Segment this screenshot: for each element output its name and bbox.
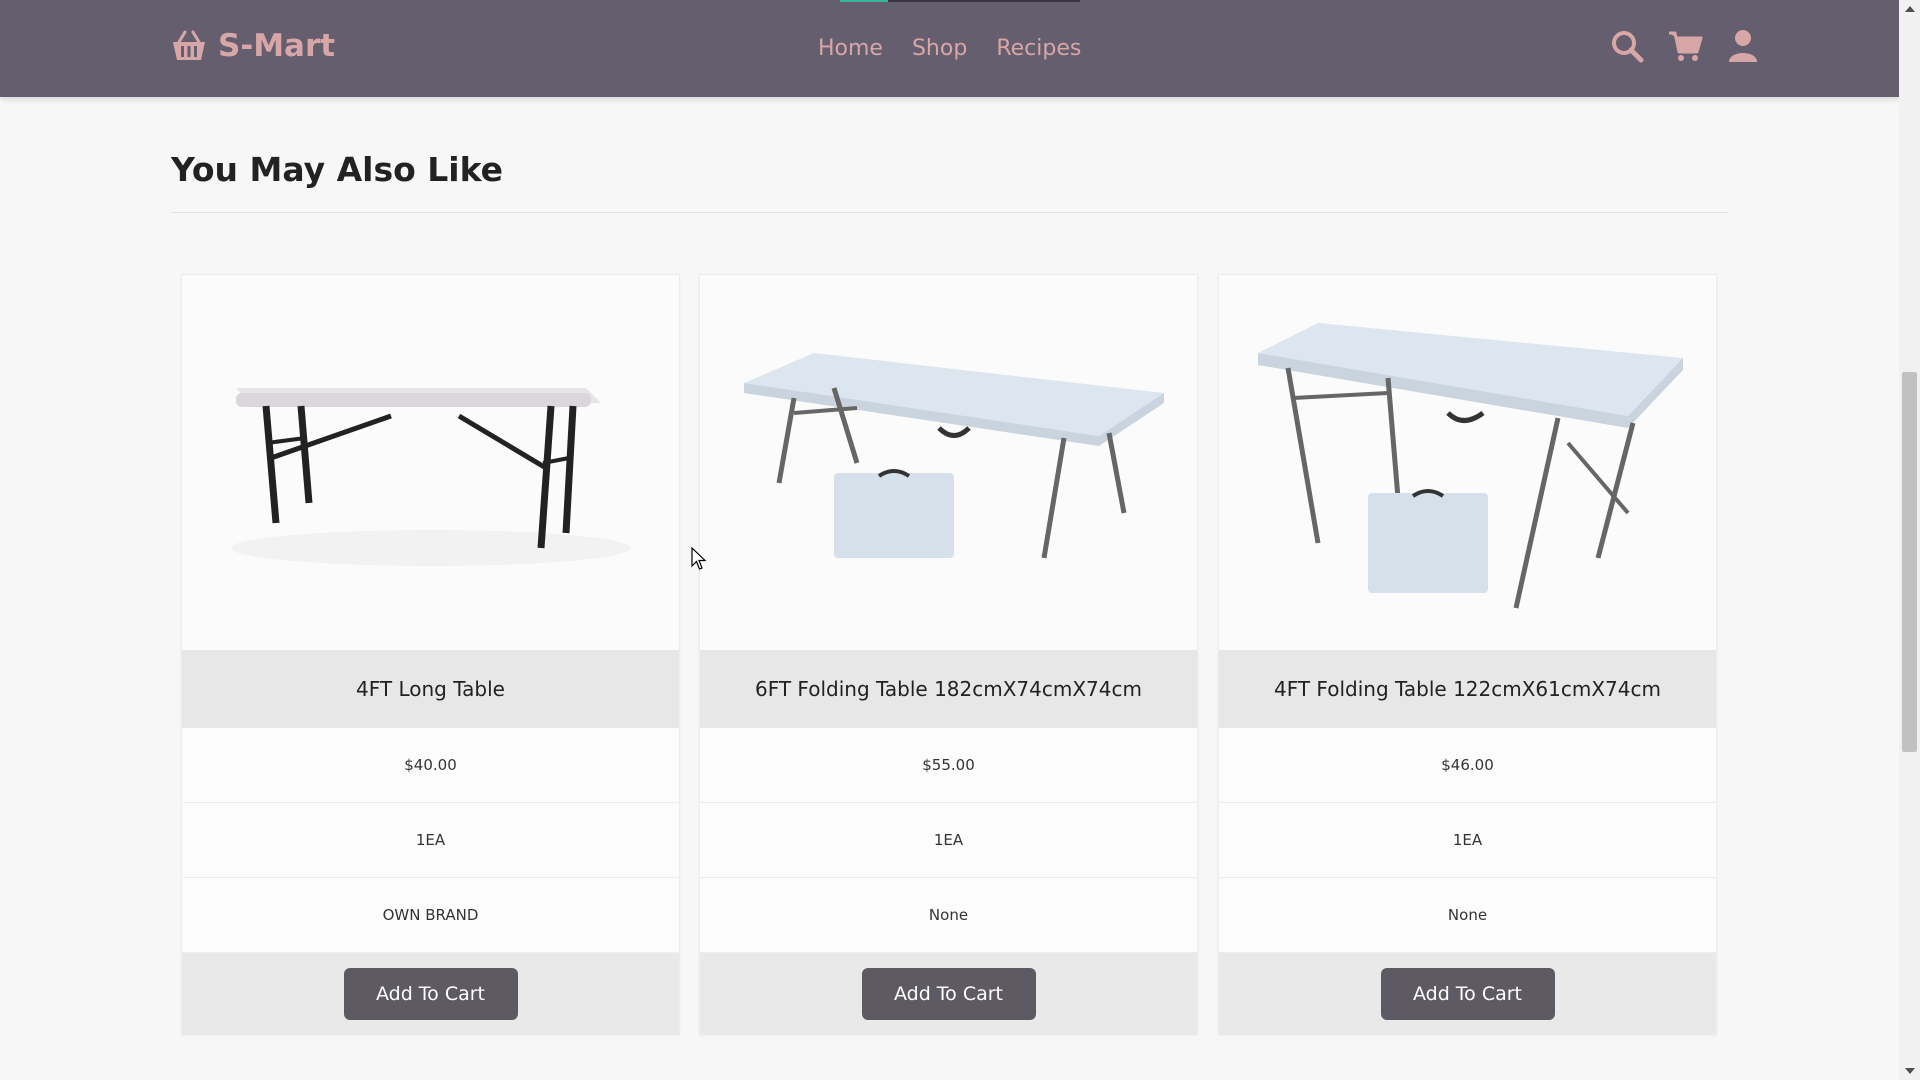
scroll-up-arrow-icon[interactable] [1905,6,1915,12]
brand-name: S-Mart [218,28,336,64]
product-name[interactable]: 4FT Long Table [182,650,679,728]
product-image[interactable] [700,275,1197,650]
search-icon[interactable] [1609,28,1645,64]
add-to-cart-button[interactable]: Add To Cart [861,968,1036,1020]
product-image[interactable] [1219,275,1716,650]
product-card: 4FT Long Table $40.00 1EA OWN BRAND Add … [181,274,680,1035]
product-price: $55.00 [700,728,1197,803]
product-image[interactable] [182,275,679,650]
product-unit: 1EA [182,803,679,878]
product-brand: None [700,878,1197,953]
product-brand: None [1219,878,1716,953]
nav-recipes[interactable]: Recipes [996,36,1081,61]
product-action-row: Add To Cart [700,953,1197,1035]
product-card: 4FT Folding Table 122cmX61cmX74cm $46.00… [1218,274,1717,1035]
product-action-row: Add To Cart [182,953,679,1035]
product-unit: 1EA [700,803,1197,878]
mouse-cursor-icon [691,547,707,570]
user-icon[interactable] [1725,28,1761,64]
section-divider [171,212,1728,213]
folding-table-image [743,352,1164,558]
brand-logo-link[interactable]: S-Mart [170,28,335,64]
nav-home[interactable]: Home [818,36,883,61]
product-action-row: Add To Cart [1219,953,1716,1035]
basket-icon [170,29,208,63]
long-table-image [230,387,631,566]
product-name[interactable]: 4FT Folding Table 122cmX61cmX74cm [1219,650,1716,728]
scrollbar-thumb[interactable] [1902,372,1917,752]
product-brand: OWN BRAND [182,878,679,953]
folding-table-image [1257,322,1683,609]
product-name[interactable]: 6FT Folding Table 182cmX74cmX74cm [700,650,1197,728]
cart-icon[interactable] [1667,28,1703,64]
product-card: 6FT Folding Table 182cmX74cmX74cm $55.00… [699,274,1198,1035]
site-header: S-Mart Home Shop Recipes [0,0,1899,97]
section-title: You May Also Like [171,150,504,189]
loading-progress-bar [840,0,1080,2]
add-to-cart-button[interactable]: Add To Cart [1380,968,1555,1020]
product-unit: 1EA [1219,803,1716,878]
page-scrollbar[interactable] [1899,0,1920,1080]
add-to-cart-button[interactable]: Add To Cart [343,968,518,1020]
header-actions [1609,28,1761,64]
nav-shop[interactable]: Shop [912,36,967,61]
product-price: $40.00 [182,728,679,803]
scroll-down-arrow-icon[interactable] [1905,1068,1915,1074]
product-price: $46.00 [1219,728,1716,803]
main-nav: Home Shop Recipes [818,36,1081,61]
